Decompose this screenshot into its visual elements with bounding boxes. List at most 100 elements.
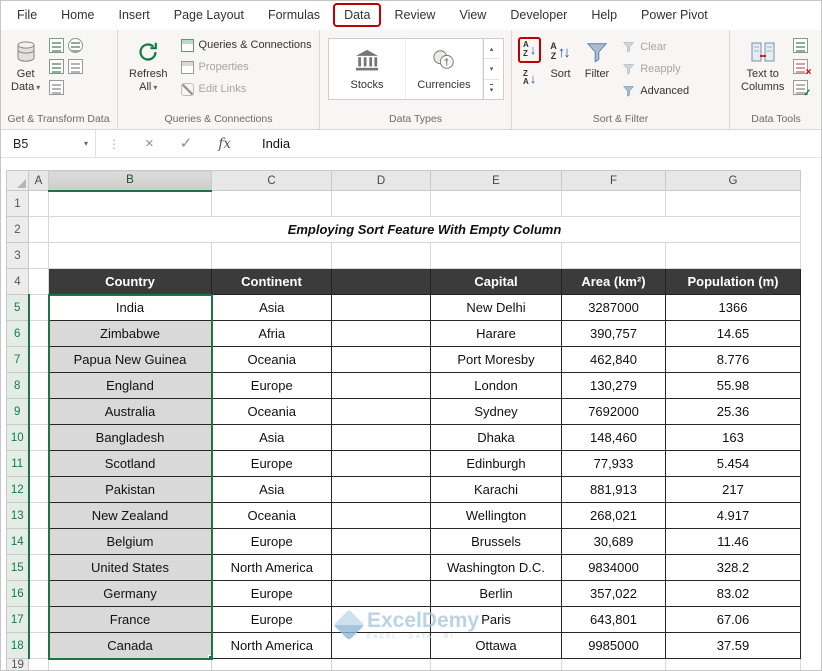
cell-B7[interactable]: Papua New Guinea: [47, 346, 213, 373]
cell-A12[interactable]: [28, 476, 49, 503]
worksheet-title-cell[interactable]: Employing Sort Feature With Empty Column: [48, 216, 801, 243]
cell-E10[interactable]: Dhaka: [430, 424, 562, 451]
advanced-button[interactable]: Advanced: [618, 80, 693, 102]
column-header-A[interactable]: A: [28, 170, 49, 191]
cell-F6[interactable]: 390,757: [561, 320, 666, 347]
cell-G17[interactable]: 67.06: [665, 606, 801, 633]
cell-A6[interactable]: [28, 320, 49, 347]
cell-E13[interactable]: Wellington: [430, 502, 562, 529]
cell-E1[interactable]: [430, 190, 562, 217]
cell-F10[interactable]: 148,460: [561, 424, 666, 451]
refresh-all-button[interactable]: Refresh All ▾: [124, 34, 173, 111]
name-box[interactable]: B5 ▾: [0, 130, 96, 157]
tab-review[interactable]: Review: [383, 3, 446, 27]
sort-z-to-a-button[interactable]: ZA ↓: [518, 66, 541, 92]
cell-A2[interactable]: [28, 216, 49, 243]
cell-E12[interactable]: Karachi: [430, 476, 562, 503]
existing-connections-icon[interactable]: [49, 80, 65, 95]
tab-home[interactable]: Home: [50, 3, 105, 27]
row-header-3[interactable]: 3: [6, 242, 29, 269]
cell-B3[interactable]: [48, 242, 212, 269]
cell-G16[interactable]: 83.02: [665, 580, 801, 607]
cell-D6[interactable]: [331, 320, 431, 347]
cell-A18[interactable]: [28, 632, 49, 659]
gallery-scroll-down-button[interactable]: ▾: [484, 59, 499, 80]
cell-G14[interactable]: 11.46: [665, 528, 801, 555]
column-header-G[interactable]: G: [665, 170, 801, 191]
cell-D4[interactable]: [331, 268, 431, 295]
cell-C15[interactable]: North America: [211, 554, 332, 581]
currencies-gallery-item[interactable]: Currencies: [406, 39, 483, 99]
column-header-F[interactable]: F: [561, 170, 666, 191]
cell-D3[interactable]: [331, 242, 431, 269]
cell-E7[interactable]: Port Moresby: [430, 346, 562, 373]
fill-handle[interactable]: [207, 654, 210, 657]
row-header-15[interactable]: 15: [6, 554, 30, 581]
cell-G1[interactable]: [665, 190, 801, 217]
cell-G6[interactable]: 14.65: [665, 320, 801, 347]
cell-G18[interactable]: 37.59: [665, 632, 801, 659]
cell-G10[interactable]: 163: [665, 424, 801, 451]
tab-view[interactable]: View: [448, 3, 497, 27]
cell-B18[interactable]: Canada: [47, 632, 213, 660]
cell-F7[interactable]: 462,840: [561, 346, 666, 373]
text-to-columns-button[interactable]: Text to Columns: [736, 34, 789, 111]
cell-E17[interactable]: Paris: [430, 606, 562, 633]
cell-C11[interactable]: Europe: [211, 450, 332, 477]
tab-power-pivot[interactable]: Power Pivot: [630, 3, 719, 27]
row-header-2[interactable]: 2: [6, 216, 29, 243]
select-all-button[interactable]: [6, 170, 29, 191]
cell-E14[interactable]: Brussels: [430, 528, 562, 555]
queries-connections-button[interactable]: Queries & Connections: [177, 34, 316, 56]
cell-D19[interactable]: [331, 658, 431, 671]
column-header-C[interactable]: C: [211, 170, 332, 191]
cell-B17[interactable]: France: [47, 606, 213, 633]
from-table-icon[interactable]: [49, 59, 65, 74]
cell-G4[interactable]: Population (m): [665, 268, 801, 295]
from-web-icon[interactable]: [68, 38, 84, 53]
cell-C5[interactable]: Asia: [211, 294, 332, 321]
cell-C12[interactable]: Asia: [211, 476, 332, 503]
tab-data[interactable]: Data: [333, 3, 382, 27]
cell-E9[interactable]: Sydney: [430, 398, 562, 425]
cell-G19[interactable]: [665, 658, 801, 671]
cell-F19[interactable]: [561, 658, 666, 671]
cell-E11[interactable]: Edinburgh: [430, 450, 562, 477]
row-header-7[interactable]: 7: [6, 346, 30, 373]
insert-function-button[interactable]: fx: [218, 136, 231, 152]
cell-F5[interactable]: 3287000: [561, 294, 666, 321]
row-header-11[interactable]: 11: [6, 450, 30, 477]
cell-D15[interactable]: [331, 554, 431, 581]
cell-A1[interactable]: [28, 190, 49, 217]
cell-B1[interactable]: [48, 190, 212, 217]
cell-A3[interactable]: [28, 242, 49, 269]
cell-F15[interactable]: 9834000: [561, 554, 666, 581]
cell-E4[interactable]: Capital: [430, 268, 562, 295]
cell-C4[interactable]: Continent: [211, 268, 332, 295]
cell-G5[interactable]: 1366: [665, 294, 801, 321]
get-data-button[interactable]: Get Data ▾: [6, 34, 45, 111]
cell-F17[interactable]: 643,801: [561, 606, 666, 633]
cell-C10[interactable]: Asia: [211, 424, 332, 451]
cell-E3[interactable]: [430, 242, 562, 269]
row-header-13[interactable]: 13: [6, 502, 30, 529]
cell-D18[interactable]: [331, 632, 431, 659]
cell-F8[interactable]: 130,279: [561, 372, 666, 399]
row-header-16[interactable]: 16: [6, 580, 30, 607]
row-header-12[interactable]: 12: [6, 476, 30, 503]
cell-B15[interactable]: United States: [47, 554, 213, 581]
cell-B16[interactable]: Germany: [47, 580, 213, 607]
cell-G7[interactable]: 8.776: [665, 346, 801, 373]
cell-C19[interactable]: [211, 658, 332, 671]
cell-A19[interactable]: [28, 658, 49, 671]
cell-F4[interactable]: Area (km²): [561, 268, 666, 295]
cell-B19[interactable]: [48, 658, 212, 671]
cell-C1[interactable]: [211, 190, 332, 217]
cell-D10[interactable]: [331, 424, 431, 451]
cell-G12[interactable]: 217: [665, 476, 801, 503]
cell-D17[interactable]: [331, 606, 431, 633]
cell-F13[interactable]: 268,021: [561, 502, 666, 529]
reapply-button[interactable]: Reapply: [618, 58, 693, 80]
cell-C13[interactable]: Oceania: [211, 502, 332, 529]
cell-F1[interactable]: [561, 190, 666, 217]
